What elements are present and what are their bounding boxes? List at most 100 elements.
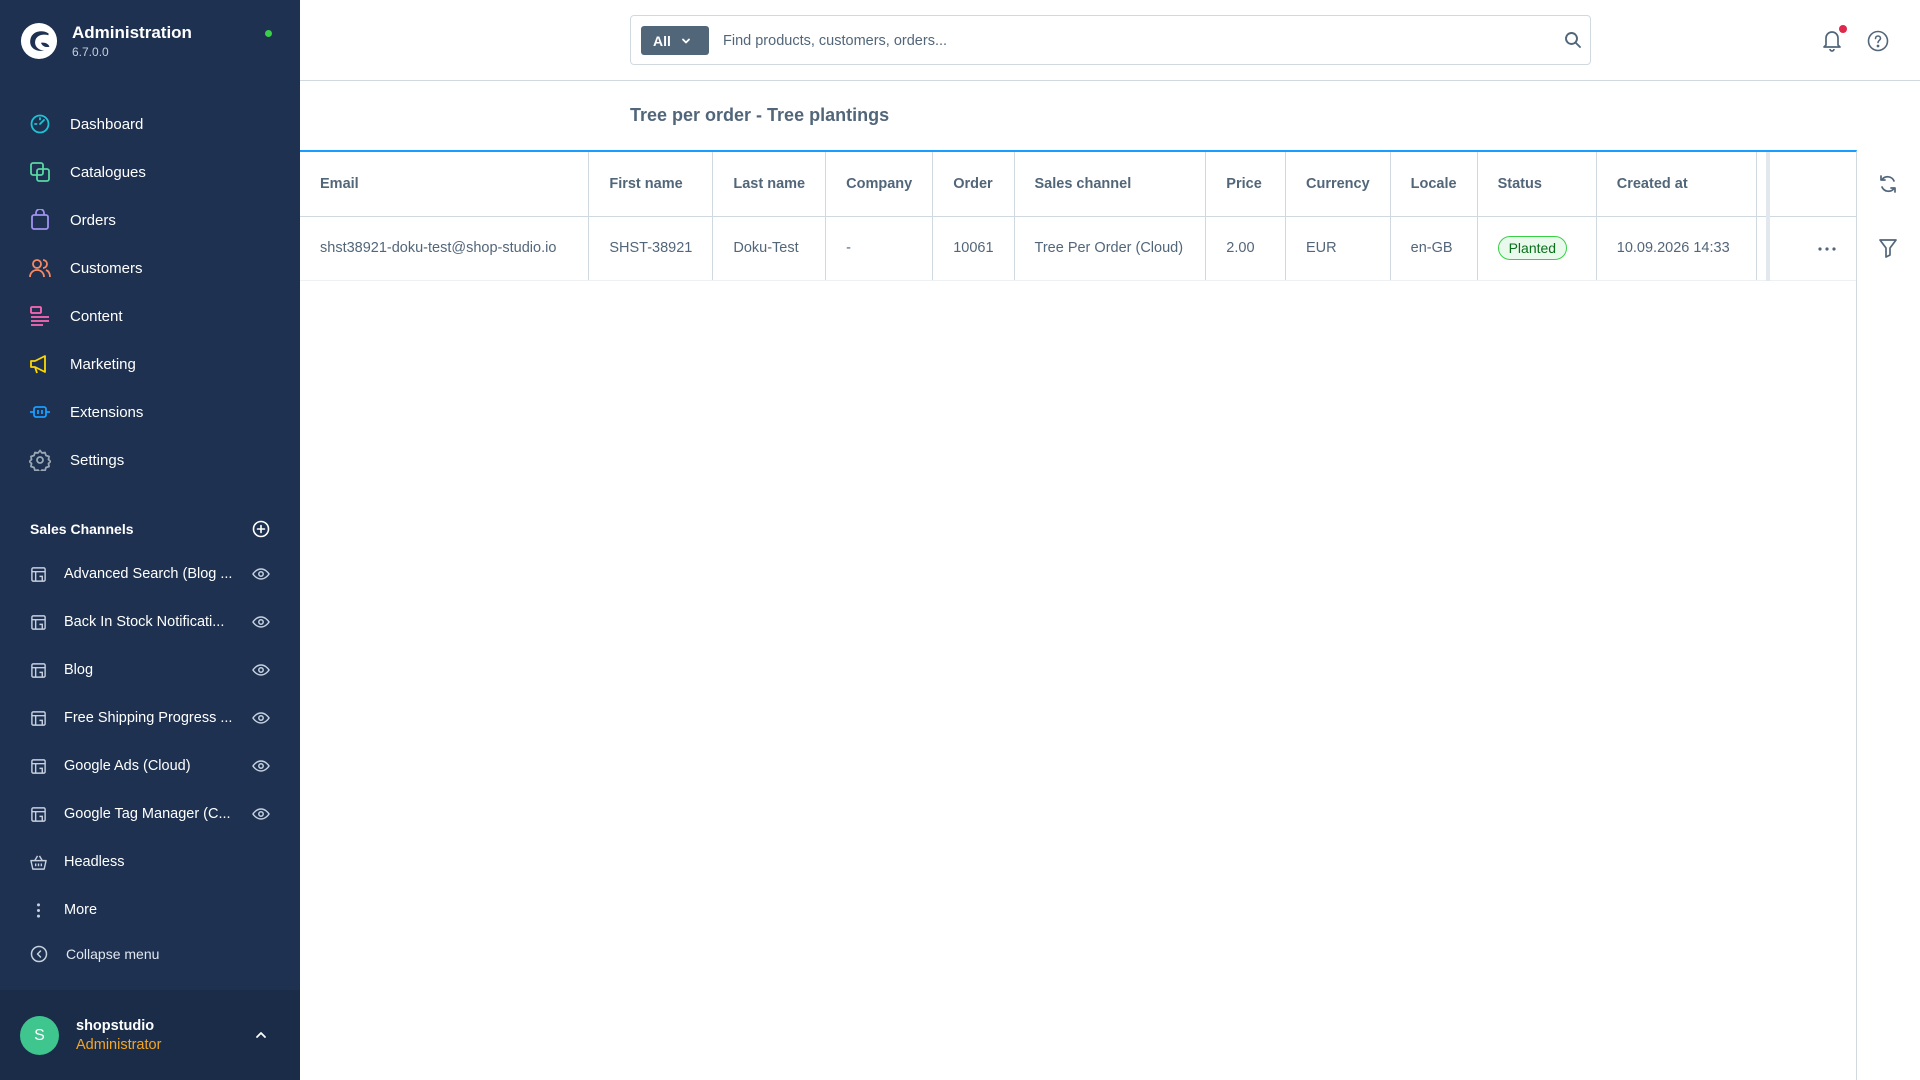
more-horizontal-icon xyxy=(1818,247,1836,251)
row-actions-button[interactable] xyxy=(1797,217,1857,281)
cell-email: shst38921-doku-test@shop-studio.io xyxy=(300,216,590,281)
column-header-order[interactable]: Order xyxy=(932,152,1015,217)
page-title: Tree per order - Tree plantings xyxy=(630,105,890,125)
chevron-up-icon[interactable] xyxy=(254,1028,268,1042)
column-header-email[interactable]: Email xyxy=(300,152,590,217)
nav-label: Customers xyxy=(70,259,143,277)
notification-badge xyxy=(1839,25,1847,33)
storefront-icon xyxy=(29,661,47,679)
nav-item-marketing[interactable]: Marketing xyxy=(0,340,300,388)
add-sales-channel-icon[interactable] xyxy=(252,520,270,538)
nav-item-dashboard[interactable]: Dashboard xyxy=(0,100,300,148)
extensions-icon xyxy=(29,401,51,423)
nav-item-customers[interactable]: Customers xyxy=(0,244,300,292)
nav-item-catalogues[interactable]: Catalogues xyxy=(0,148,300,196)
eye-icon[interactable] xyxy=(252,614,270,630)
sales-channel-item[interactable]: Blog xyxy=(0,646,300,694)
storefront-icon xyxy=(29,805,47,823)
cell-created-at: 10.09.2026 14:33 xyxy=(1596,216,1758,281)
column-header-status[interactable]: Status xyxy=(1477,152,1597,217)
sales-channel-item[interactable]: Free Shipping Progress ... xyxy=(0,694,300,742)
orders-icon xyxy=(29,209,51,231)
chevron-down-icon xyxy=(681,38,690,43)
cell-status: Planted xyxy=(1477,216,1597,281)
sales-channel-label: Advanced Search (Blog ... xyxy=(64,566,233,582)
table-header-row: Email First name Last name Company Order… xyxy=(300,152,1856,217)
marketing-icon xyxy=(29,353,51,375)
global-search: All xyxy=(630,15,1591,65)
more-label: More xyxy=(64,902,98,918)
collapse-menu-button[interactable]: Collapse menu xyxy=(30,945,159,963)
basket-icon xyxy=(29,853,47,871)
sales-channel-label: Google Ads (Cloud) xyxy=(64,758,191,774)
nav-item-orders[interactable]: Orders xyxy=(0,196,300,244)
column-header-last-name[interactable]: Last name xyxy=(712,152,827,217)
search-type-select[interactable]: All xyxy=(641,26,709,55)
right-sidebar-tools xyxy=(1857,150,1920,1080)
column-header-sales-channel[interactable]: Sales channel xyxy=(1014,152,1207,217)
content-icon xyxy=(29,305,51,327)
brand[interactable]: Administration 6.7.0.0 xyxy=(20,22,192,60)
eye-icon[interactable] xyxy=(252,758,270,774)
customers-icon xyxy=(29,257,51,279)
storefront-icon xyxy=(29,757,47,775)
filter-icon[interactable] xyxy=(1877,237,1899,259)
sales-channel-item[interactable]: Advanced Search (Blog ... xyxy=(0,550,300,598)
tree-plantings-table: Email First name Last name Company Order… xyxy=(300,152,1856,281)
column-header-first-name[interactable]: First name xyxy=(588,152,714,217)
search-icon[interactable] xyxy=(1564,31,1582,49)
nav-label: Extensions xyxy=(70,403,144,421)
avatar: S xyxy=(20,1016,59,1055)
nav-label: Dashboard xyxy=(70,115,144,133)
cell-currency: EUR xyxy=(1285,216,1391,281)
eye-icon[interactable] xyxy=(252,710,270,726)
sales-channel-list: Advanced Search (Blog ... Back In Stock … xyxy=(0,550,300,934)
shopware-logo-icon xyxy=(20,22,58,60)
eye-icon[interactable] xyxy=(252,806,270,822)
eye-icon[interactable] xyxy=(252,566,270,582)
sales-channel-item[interactable]: Google Tag Manager (C... xyxy=(0,790,300,838)
sales-channel-label: Google Tag Manager (C... xyxy=(64,806,231,822)
status-badge: Planted xyxy=(1497,236,1568,260)
column-header-price[interactable]: Price xyxy=(1205,152,1286,217)
app-version: 6.7.0.0 xyxy=(72,45,109,59)
search-input[interactable] xyxy=(723,28,1543,54)
nav-item-extensions[interactable]: Extensions xyxy=(0,388,300,436)
storefront-icon xyxy=(29,709,47,727)
storefront-icon xyxy=(29,613,47,631)
sales-channel-item[interactable]: Google Ads (Cloud) xyxy=(0,742,300,790)
more-vertical-icon xyxy=(29,901,47,919)
online-status-dot xyxy=(265,30,272,37)
cell-locale: en-GB xyxy=(1390,216,1478,281)
cell-sales-channel: Tree Per Order (Cloud) xyxy=(1014,216,1207,281)
sales-channel-item[interactable]: Headless xyxy=(0,838,300,886)
column-header-company[interactable]: Company xyxy=(825,152,934,217)
storefront-icon xyxy=(29,565,47,583)
sales-channel-more[interactable]: More xyxy=(0,886,300,934)
data-grid-container: Email First name Last name Company Order… xyxy=(300,150,1857,1080)
column-header-currency[interactable]: Currency xyxy=(1285,152,1391,217)
column-header-created-at[interactable]: Created at xyxy=(1596,152,1758,217)
nav-item-content[interactable]: Content xyxy=(0,292,300,340)
main-nav: Dashboard Catalogues Orders Customers Co… xyxy=(0,100,300,484)
cell-last-name: Doku-Test xyxy=(712,216,827,281)
collapse-menu-label: Collapse menu xyxy=(66,946,160,962)
refresh-icon[interactable] xyxy=(1877,173,1899,195)
nav-label: Settings xyxy=(70,451,125,469)
help-icon[interactable] xyxy=(1867,30,1889,52)
sales-channels-header: Sales Channels xyxy=(30,520,270,538)
column-header-locale[interactable]: Locale xyxy=(1390,152,1478,217)
sales-channel-item[interactable]: Back In Stock Notificati... xyxy=(0,598,300,646)
nav-item-settings[interactable]: Settings xyxy=(0,436,300,484)
eye-icon[interactable] xyxy=(252,662,270,678)
settings-icon xyxy=(29,449,51,471)
table-row[interactable]: shst38921-doku-test@shop-studio.io SHST-… xyxy=(300,216,1856,281)
sales-channel-label: Back In Stock Notificati... xyxy=(64,614,225,630)
sidebar: Administration 6.7.0.0 Dashboard Catalog… xyxy=(0,0,300,1080)
user-menu[interactable]: S shopstudio Administrator xyxy=(0,990,300,1080)
cell-price: 2.00 xyxy=(1205,216,1286,281)
nav-label: Content xyxy=(70,307,123,325)
cell-first-name: SHST-38921 xyxy=(588,216,714,281)
dashboard-icon xyxy=(29,113,51,135)
catalogues-icon xyxy=(29,161,51,183)
